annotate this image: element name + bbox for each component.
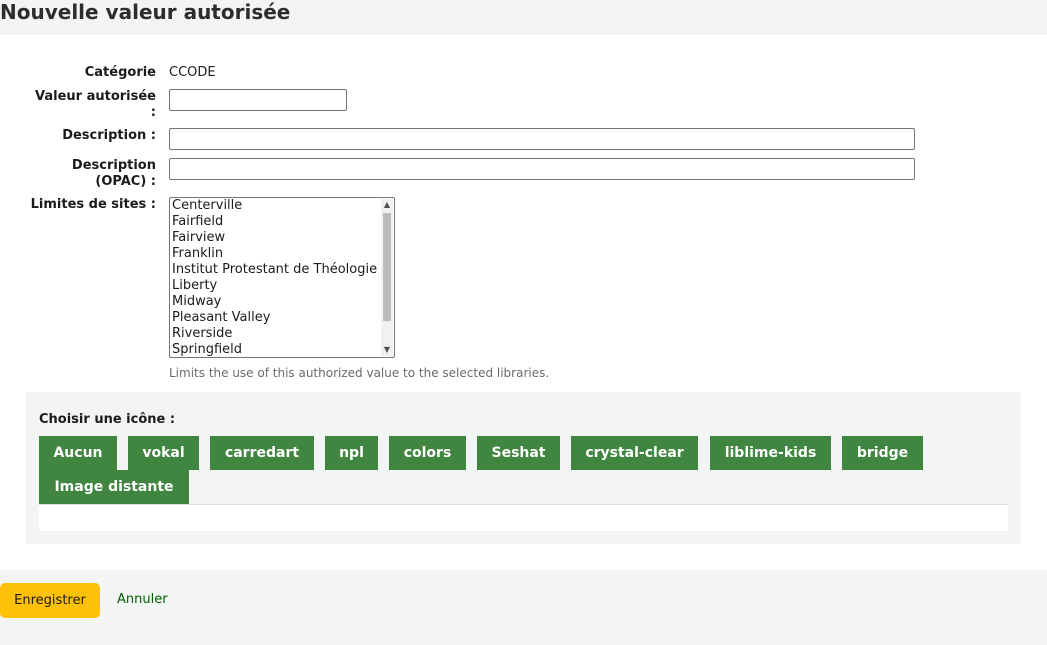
scrollbar-thumb[interactable] [383, 213, 391, 321]
scroll-up-arrow-icon[interactable]: ▲ [381, 199, 393, 211]
opac-description-label-line2: (OPAC) : [95, 174, 156, 189]
opac-description-input[interactable] [169, 158, 915, 180]
icon-tab-npl[interactable]: npl [325, 436, 378, 470]
authorised-value-input[interactable] [169, 89, 347, 111]
icon-tab-carredart[interactable]: carredart [210, 436, 314, 470]
branch-option[interactable]: Franklin [172, 246, 223, 262]
listbox-scrollbar[interactable]: ▲ ▼ [381, 199, 393, 356]
save-button[interactable]: Enregistrer [0, 583, 100, 618]
description-input[interactable] [169, 128, 915, 150]
authorised-value-label-text: Valeur autorisée [35, 89, 156, 104]
branch-option[interactable]: Midway [172, 294, 221, 310]
icon-tab-aucun[interactable]: Aucun [39, 436, 117, 470]
icon-tab-image-distante[interactable]: Image distante [39, 470, 189, 504]
page-title: Nouvelle valeur autorisée [0, 0, 291, 24]
scroll-down-arrow-icon[interactable]: ▼ [381, 344, 393, 356]
cancel-link[interactable]: Annuler [117, 592, 168, 608]
opac-description-label: Description (OPAC) : [0, 158, 156, 190]
authorised-value-label: Valeur autorisée : [0, 89, 156, 121]
branch-limits-select[interactable]: Centerville Fairfield Fairview Franklin … [169, 197, 395, 358]
branch-limits-label: Limites de sites : [30, 197, 156, 212]
icon-chooser-label: Choisir une icône : [39, 412, 176, 427]
branch-option[interactable]: Pleasant Valley [172, 310, 270, 326]
icon-tab-vokal[interactable]: vokal [128, 436, 199, 470]
icon-tab-colors[interactable]: colors [389, 436, 466, 470]
branch-option[interactable]: Liberty [172, 278, 217, 294]
category-value: CCODE [169, 65, 216, 80]
icon-tab-content [39, 504, 1008, 531]
category-label: Catégorie [84, 65, 156, 80]
branch-option[interactable]: Riverside [172, 326, 232, 342]
branch-option[interactable]: Springfield [172, 342, 242, 357]
branch-option[interactable]: Institut Protestant de Théologie [172, 262, 377, 278]
authorised-value-label-colon: : [150, 105, 156, 120]
icon-tab-seshat[interactable]: Seshat [477, 436, 560, 470]
icon-tab-bridge[interactable]: bridge [842, 436, 923, 470]
branch-option[interactable]: Fairview [172, 230, 225, 246]
branch-limits-hint: Limits the use of this authorized value … [169, 366, 550, 380]
description-label: Description : [62, 128, 156, 143]
authorised-value-form: Catégorie CCODE Valeur autorisée : Descr… [0, 35, 1047, 570]
icon-tab-liblime-kids[interactable]: liblime-kids [710, 436, 831, 470]
opac-description-label-line1: Description [71, 158, 156, 173]
branch-option[interactable]: Fairfield [172, 214, 223, 230]
icon-chooser: Choisir une icône : Aucun vokal carredar… [26, 392, 1021, 544]
branch-option[interactable]: Centerville [172, 198, 242, 214]
icon-tab-crystal-clear[interactable]: crystal-clear [571, 436, 698, 470]
